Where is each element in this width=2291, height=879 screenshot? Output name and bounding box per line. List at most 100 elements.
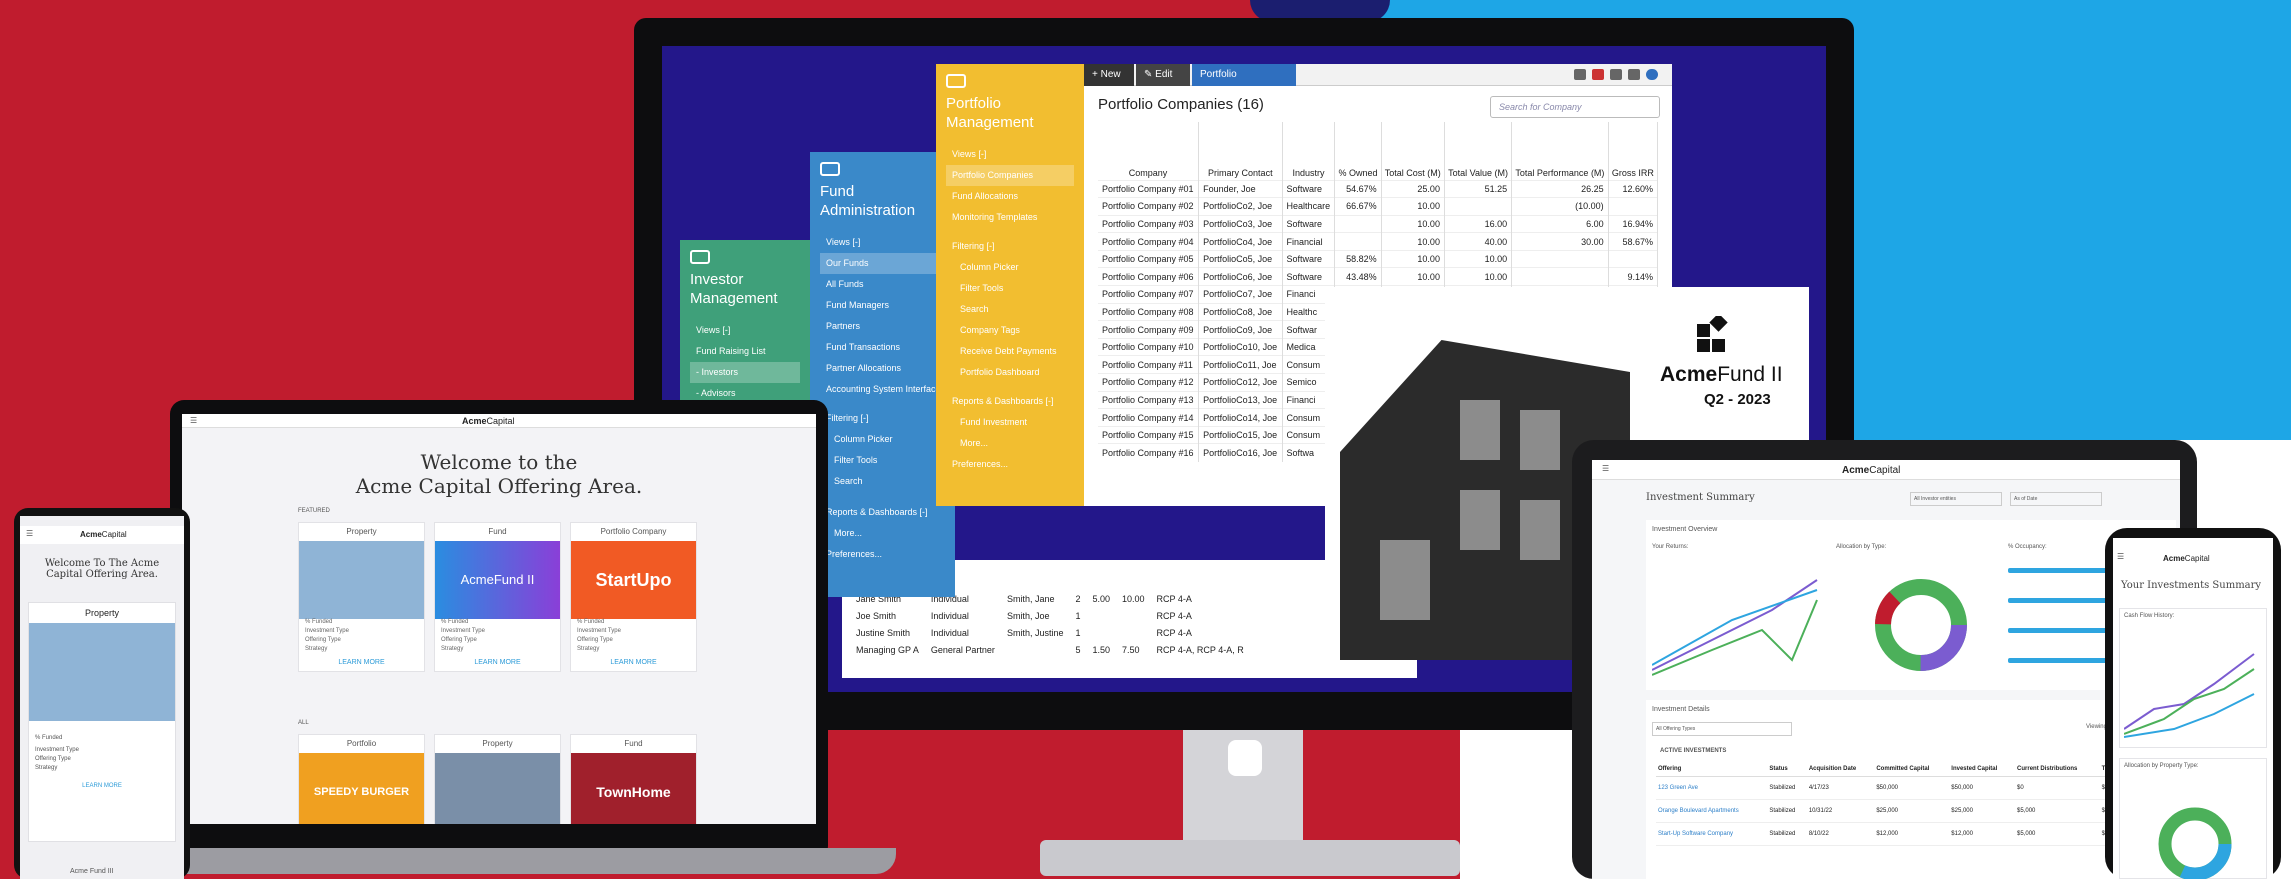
menu-item[interactable]: Partners — [820, 316, 945, 337]
table-cell: Portfolio Company #07 — [1098, 285, 1200, 304]
table-row[interactable]: Portfolio Company #05 PortfolioCo5, Joe So… — [1098, 249, 1659, 268]
offering-card[interactable]: Property — [434, 734, 561, 824]
edit-button[interactable]: ✎ Edit — [1136, 64, 1190, 86]
date-select[interactable]: As of Date — [2010, 492, 2102, 506]
menu-icon[interactable]: ☰ — [1602, 464, 1609, 473]
camera-icon[interactable] — [1628, 69, 1640, 80]
menu-item[interactable]: All Funds — [820, 274, 945, 295]
laptop-base — [146, 848, 896, 874]
entity-select[interactable]: All Investor entities — [1910, 492, 2002, 506]
column-header[interactable]: Industry — [1282, 122, 1336, 180]
table-row[interactable]: Orange Boulevard Apartments Stabilized 10/… — [1656, 799, 2171, 823]
menu-item[interactable]: Filter Tools — [820, 450, 945, 471]
menu-item[interactable]: - Investors — [690, 362, 800, 383]
menu-item[interactable]: Portfolio Companies — [946, 165, 1074, 186]
menu-item[interactable]: Reports & Dashboards [-] — [946, 391, 1074, 412]
offering-card[interactable]: Portfolio Company StartUpo% Funded Investm… — [570, 522, 697, 672]
table-cell: PortfolioCo16, Joe — [1198, 443, 1283, 462]
menu-item[interactable]: Company Tags — [946, 320, 1074, 341]
table-row[interactable]: 123 Green Ave Stabilized 4/17/23 $50,000 $50… — [1656, 776, 2171, 800]
tab-portfolio-companies[interactable]: Portfolio Companies — [1192, 64, 1296, 102]
allocation-donut-chart — [1875, 579, 1967, 671]
menu-icon[interactable]: ☰ — [190, 416, 197, 425]
print-icon[interactable] — [1574, 69, 1586, 80]
column-header[interactable]: % Owned — [1334, 122, 1382, 180]
menu-item[interactable]: Monitoring Templates — [946, 207, 1074, 228]
export-icon[interactable] — [1610, 69, 1622, 80]
table-cell: 10.00 — [1381, 267, 1445, 286]
table-cell: 16.00 — [1444, 214, 1513, 233]
column-header: Acquisition Date — [1806, 762, 1875, 777]
menu-item[interactable]: Partner Allocations — [820, 358, 945, 379]
table-row[interactable]: Portfolio Company #06 PortfolioCo6, Joe So… — [1098, 267, 1659, 286]
table-cell: PortfolioCo14, Joe — [1198, 408, 1283, 427]
menu-item[interactable]: Views [-] — [946, 144, 1074, 165]
table-cell: PortfolioCo10, Joe — [1198, 337, 1283, 356]
offering-card[interactable]: Fund TownHome — [570, 734, 697, 824]
menu-item[interactable]: Preferences... — [946, 454, 1074, 475]
menu-item[interactable]: More... — [946, 433, 1074, 454]
menu-item[interactable]: Views [-] — [820, 232, 945, 253]
column-header[interactable]: Total Performance (M) — [1511, 122, 1609, 180]
table-cell: Portfolio Company #14 — [1098, 408, 1200, 427]
next-card-title: Acme Fund III — [70, 868, 114, 875]
menu-item[interactable]: Filter Tools — [946, 278, 1074, 299]
offering-card[interactable]: Portfolio SPEEDY BURGER — [298, 734, 425, 824]
table-row[interactable]: Start-Up Software Company Stabilized 8/10/… — [1656, 822, 2171, 846]
menu-item[interactable]: Fund Allocations — [946, 186, 1074, 207]
menu-item[interactable]: More... — [820, 523, 945, 544]
table-cell: PortfolioCo12, Joe — [1198, 373, 1283, 392]
menu-item[interactable]: Filtering [-] — [820, 408, 945, 429]
table-cell — [1511, 249, 1609, 268]
menu-item[interactable]: Portfolio Dashboard — [946, 362, 1074, 383]
allocation-donut-chart — [2158, 807, 2232, 879]
search-input[interactable]: Search for Company — [1490, 96, 1660, 118]
menu-item[interactable]: Receive Debt Payments — [946, 341, 1074, 362]
table-cell: Portfolio Company #03 — [1098, 214, 1200, 233]
menu-item[interactable]: Views [-] — [690, 320, 800, 341]
table-cell: (10.00) — [1511, 197, 1609, 216]
menu-item[interactable]: Our Funds — [820, 253, 945, 274]
column-header[interactable]: Total Value (M) — [1444, 122, 1513, 180]
table-row[interactable]: Portfolio Company #02 PortfolioCo2, Joe He… — [1098, 197, 1659, 216]
offering-card[interactable]: Property% Funded Investment Type Offering … — [298, 522, 425, 672]
menu-item[interactable]: Preferences... — [820, 544, 945, 565]
table-row[interactable]: Portfolio Company #01 Founder, Joe Softwar… — [1098, 179, 1659, 198]
table-cell: Portfolio Company #02 — [1098, 197, 1200, 216]
menu-item[interactable]: Search — [820, 471, 945, 492]
new-button[interactable]: + New — [1084, 64, 1134, 86]
pdf-icon[interactable] — [1592, 69, 1604, 80]
menu-icon[interactable]: ☰ — [2117, 552, 2124, 561]
offering-card[interactable]: Fund AcmeFund II% Funded Investment Type Of… — [434, 522, 561, 672]
offering-card[interactable]: Property % Funded Investment Type Offeri… — [28, 602, 176, 842]
table-cell: PortfolioCo9, Joe — [1198, 320, 1283, 339]
column-header[interactable]: Primary Contact — [1198, 122, 1283, 180]
table-cell: Portfolio Company #06 — [1098, 267, 1200, 286]
table-row[interactable]: Portfolio Company #04 PortfolioCo4, Joe Fi… — [1098, 232, 1659, 251]
menu-item[interactable]: Fund Transactions — [820, 337, 945, 358]
money-icon — [690, 250, 710, 264]
help-icon[interactable] — [1646, 69, 1658, 80]
column-header[interactable]: Gross IRR — [1608, 122, 1659, 180]
table-cell: Founder, Joe — [1198, 179, 1283, 198]
menu-item[interactable]: Fund Investment — [946, 412, 1074, 433]
menu-item[interactable]: Search — [946, 299, 1074, 320]
table-cell: Software — [1282, 267, 1336, 286]
menu-icon[interactable]: ☰ — [26, 529, 33, 538]
menu-item[interactable]: Fund Managers — [820, 295, 945, 316]
menu-item[interactable]: Filtering [-] — [946, 236, 1074, 257]
menu-item[interactable]: Column Picker — [820, 429, 945, 450]
table-row[interactable]: Portfolio Company #03 PortfolioCo3, Joe So… — [1098, 214, 1659, 233]
column-header[interactable]: Total Cost (M) — [1381, 122, 1445, 180]
menu-item[interactable]: Fund Raising List — [690, 341, 800, 362]
table-cell: 25.00 — [1381, 179, 1445, 198]
offering-type-select[interactable]: All Offering Types — [1652, 722, 1792, 736]
column-header[interactable]: Company — [1098, 122, 1200, 180]
table-cell: PortfolioCo8, Joe — [1198, 302, 1283, 321]
menu-item[interactable]: Accounting System Interface — [820, 379, 945, 400]
phone-header: ☰ AcmeCapital — [2113, 550, 2273, 568]
menu-item[interactable]: Reports & Dashboards [-] — [820, 502, 945, 523]
table-cell: 40.00 — [1444, 232, 1513, 251]
menu-item[interactable]: Column Picker — [946, 257, 1074, 278]
table-cell — [1608, 249, 1659, 268]
